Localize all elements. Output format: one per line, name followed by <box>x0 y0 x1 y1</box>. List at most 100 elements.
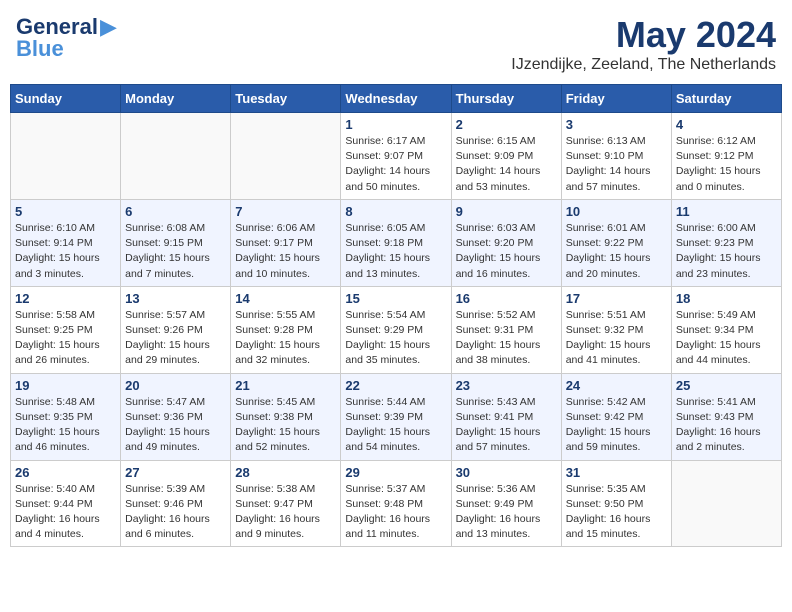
day-number: 30 <box>456 465 557 480</box>
logo-bird-icon: ▶ <box>100 14 117 40</box>
day-number: 1 <box>345 117 446 132</box>
day-info: Sunrise: 6:08 AMSunset: 9:15 PMDaylight:… <box>125 221 226 282</box>
day-number: 25 <box>676 378 777 393</box>
day-info: Sunrise: 6:00 AMSunset: 9:23 PMDaylight:… <box>676 221 777 282</box>
day-info: Sunrise: 5:43 AMSunset: 9:41 PMDaylight:… <box>456 395 557 456</box>
table-row: 13 Sunrise: 5:57 AMSunset: 9:26 PMDayligh… <box>121 286 231 373</box>
table-row: 15Sunrise: 5:54 AMSunset: 9:29 PMDayligh… <box>341 286 451 373</box>
day-number: 23 <box>456 378 557 393</box>
calendar-week-row: 5 Sunrise: 6:10 AMSunset: 9:14 PMDaylight… <box>11 199 782 286</box>
day-info: Sunrise: 6:12 AMSunset: 9:12 PMDaylight:… <box>676 134 777 195</box>
day-number: 7 <box>235 204 336 219</box>
day-info: Sunrise: 6:15 AMSunset: 9:09 PMDaylight:… <box>456 134 557 195</box>
calendar: Sunday Monday Tuesday Wednesday Thursday… <box>10 84 782 547</box>
col-wednesday: Wednesday <box>341 85 451 113</box>
table-row: 19 Sunrise: 5:48 AMSunset: 9:35 PMDayligh… <box>11 373 121 460</box>
title-section: May 2024 IJzendijke, Zeeland, The Nether… <box>511 14 776 74</box>
month-title: May 2024 <box>511 14 776 56</box>
table-row: 29 Sunrise: 5:37 AMSunset: 9:48 PMDayligh… <box>341 460 451 547</box>
table-row: 5 Sunrise: 6:10 AMSunset: 9:14 PMDaylight… <box>11 199 121 286</box>
table-row: 12Sunrise: 5:58 AMSunset: 9:25 PMDayligh… <box>11 286 121 373</box>
col-monday: Monday <box>121 85 231 113</box>
location-title: IJzendijke, Zeeland, The Netherlands <box>511 56 776 74</box>
day-number: 29 <box>345 465 446 480</box>
day-number: 4 <box>676 117 777 132</box>
table-row: 31 Sunrise: 5:35 AMSunset: 9:50 PMDayligh… <box>561 460 671 547</box>
day-number: 21 <box>235 378 336 393</box>
calendar-week-row: 1Sunrise: 6:17 AMSunset: 9:07 PMDaylight… <box>11 113 782 200</box>
table-row: 24Sunrise: 5:42 AMSunset: 9:42 PMDayligh… <box>561 373 671 460</box>
day-number: 5 <box>15 204 116 219</box>
header: General ▶ Blue May 2024 IJzendijke, Zeel… <box>10 10 782 78</box>
table-row: 4 Sunrise: 6:12 AMSunset: 9:12 PMDaylight… <box>671 113 781 200</box>
col-tuesday: Tuesday <box>231 85 341 113</box>
day-number: 6 <box>125 204 226 219</box>
day-number: 26 <box>15 465 116 480</box>
day-number: 10 <box>566 204 667 219</box>
table-row: 11Sunrise: 6:00 AMSunset: 9:23 PMDayligh… <box>671 199 781 286</box>
table-row: 21 Sunrise: 5:45 AMSunset: 9:38 PMDayligh… <box>231 373 341 460</box>
table-row: 7 Sunrise: 6:06 AMSunset: 9:17 PMDaylight… <box>231 199 341 286</box>
table-row: 1Sunrise: 6:17 AMSunset: 9:07 PMDaylight… <box>341 113 451 200</box>
table-row <box>231 113 341 200</box>
day-info: Sunrise: 6:05 AMSunset: 9:18 PMDaylight:… <box>345 221 446 282</box>
table-row: 23 Sunrise: 5:43 AMSunset: 9:41 PMDayligh… <box>451 373 561 460</box>
day-info: Sunrise: 6:06 AMSunset: 9:17 PMDaylight:… <box>235 221 336 282</box>
table-row: 6 Sunrise: 6:08 AMSunset: 9:15 PMDaylight… <box>121 199 231 286</box>
col-sunday: Sunday <box>11 85 121 113</box>
day-number: 22 <box>345 378 446 393</box>
calendar-week-row: 19 Sunrise: 5:48 AMSunset: 9:35 PMDayligh… <box>11 373 782 460</box>
table-row: 30 Sunrise: 5:36 AMSunset: 9:49 PMDayligh… <box>451 460 561 547</box>
calendar-week-row: 26 Sunrise: 5:40 AMSunset: 9:44 PMDayligh… <box>11 460 782 547</box>
day-info: Sunrise: 5:45 AMSunset: 9:38 PMDaylight:… <box>235 395 336 456</box>
col-saturday: Saturday <box>671 85 781 113</box>
table-row: 8Sunrise: 6:05 AMSunset: 9:18 PMDaylight… <box>341 199 451 286</box>
day-number: 3 <box>566 117 667 132</box>
day-number: 31 <box>566 465 667 480</box>
day-number: 19 <box>15 378 116 393</box>
logo-blue: Blue <box>16 36 64 62</box>
day-info: Sunrise: 5:36 AMSunset: 9:49 PMDaylight:… <box>456 482 557 543</box>
day-info: Sunrise: 6:01 AMSunset: 9:22 PMDaylight:… <box>566 221 667 282</box>
table-row: 18 Sunrise: 5:49 AMSunset: 9:34 PMDayligh… <box>671 286 781 373</box>
day-number: 2 <box>456 117 557 132</box>
day-info: Sunrise: 5:39 AMSunset: 9:46 PMDaylight:… <box>125 482 226 543</box>
day-info: Sunrise: 5:49 AMSunset: 9:34 PMDaylight:… <box>676 308 777 369</box>
table-row: 17 Sunrise: 5:51 AMSunset: 9:32 PMDayligh… <box>561 286 671 373</box>
table-row <box>121 113 231 200</box>
day-info: Sunrise: 5:47 AMSunset: 9:36 PMDaylight:… <box>125 395 226 456</box>
day-number: 27 <box>125 465 226 480</box>
day-info: Sunrise: 5:57 AMSunset: 9:26 PMDaylight:… <box>125 308 226 369</box>
day-info: Sunrise: 5:44 AMSunset: 9:39 PMDaylight:… <box>345 395 446 456</box>
day-info: Sunrise: 5:51 AMSunset: 9:32 PMDaylight:… <box>566 308 667 369</box>
day-info: Sunrise: 5:52 AMSunset: 9:31 PMDaylight:… <box>456 308 557 369</box>
day-info: Sunrise: 6:13 AMSunset: 9:10 PMDaylight:… <box>566 134 667 195</box>
table-row: 20 Sunrise: 5:47 AMSunset: 9:36 PMDayligh… <box>121 373 231 460</box>
day-info: Sunrise: 5:38 AMSunset: 9:47 PMDaylight:… <box>235 482 336 543</box>
day-number: 20 <box>125 378 226 393</box>
day-info: Sunrise: 5:35 AMSunset: 9:50 PMDaylight:… <box>566 482 667 543</box>
day-number: 14 <box>235 291 336 306</box>
calendar-week-row: 12Sunrise: 5:58 AMSunset: 9:25 PMDayligh… <box>11 286 782 373</box>
table-row: 9 Sunrise: 6:03 AMSunset: 9:20 PMDaylight… <box>451 199 561 286</box>
day-number: 18 <box>676 291 777 306</box>
table-row: 14Sunrise: 5:55 AMSunset: 9:28 PMDayligh… <box>231 286 341 373</box>
col-friday: Friday <box>561 85 671 113</box>
day-number: 9 <box>456 204 557 219</box>
col-thursday: Thursday <box>451 85 561 113</box>
day-info: Sunrise: 5:41 AMSunset: 9:43 PMDaylight:… <box>676 395 777 456</box>
day-info: Sunrise: 5:40 AMSunset: 9:44 PMDaylight:… <box>15 482 116 543</box>
day-info: Sunrise: 5:37 AMSunset: 9:48 PMDaylight:… <box>345 482 446 543</box>
day-number: 12 <box>15 291 116 306</box>
calendar-header-row: Sunday Monday Tuesday Wednesday Thursday… <box>11 85 782 113</box>
day-number: 16 <box>456 291 557 306</box>
day-info: Sunrise: 5:48 AMSunset: 9:35 PMDaylight:… <box>15 395 116 456</box>
day-number: 13 <box>125 291 226 306</box>
day-info: Sunrise: 6:10 AMSunset: 9:14 PMDaylight:… <box>15 221 116 282</box>
table-row: 25 Sunrise: 5:41 AMSunset: 9:43 PMDayligh… <box>671 373 781 460</box>
day-number: 28 <box>235 465 336 480</box>
day-info: Sunrise: 6:03 AMSunset: 9:20 PMDaylight:… <box>456 221 557 282</box>
day-number: 17 <box>566 291 667 306</box>
table-row: 26 Sunrise: 5:40 AMSunset: 9:44 PMDayligh… <box>11 460 121 547</box>
table-row: 3 Sunrise: 6:13 AMSunset: 9:10 PMDaylight… <box>561 113 671 200</box>
